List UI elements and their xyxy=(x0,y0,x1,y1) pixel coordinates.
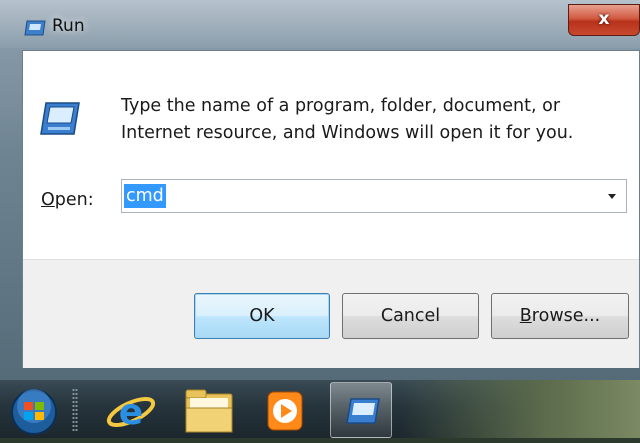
cancel-button[interactable]: Cancel xyxy=(342,293,479,339)
close-button[interactable]: x xyxy=(568,4,640,36)
close-icon: x xyxy=(598,9,610,29)
ok-button[interactable]: OK xyxy=(194,293,330,339)
run-dialog-icon xyxy=(346,398,380,424)
internet-explorer-icon[interactable]: e xyxy=(100,382,162,438)
file-explorer-folder-icon[interactable] xyxy=(178,382,240,438)
taskbar-grip xyxy=(72,388,78,432)
run-window: Run x Type the name of a program, folder… xyxy=(0,0,640,380)
open-label-accelerator: O xyxy=(41,190,55,210)
open-label: Open: xyxy=(41,190,94,210)
button-bar: OK Cancel Browse... xyxy=(23,259,639,368)
taskbar: e xyxy=(0,380,640,438)
browse-label: rowse... xyxy=(531,306,601,326)
taskbar-run-button[interactable] xyxy=(330,382,392,438)
title-bar[interactable]: Run x xyxy=(0,0,640,48)
dropdown-arrow-icon[interactable] xyxy=(608,194,616,199)
run-program-icon xyxy=(40,102,80,135)
windows-start-orb-icon[interactable] xyxy=(6,382,68,438)
browse-button[interactable]: Browse... xyxy=(491,293,629,339)
run-icon xyxy=(24,20,46,36)
open-input-value[interactable]: cmd xyxy=(124,184,166,208)
open-combobox[interactable]: cmd xyxy=(121,179,627,213)
window-title: Run xyxy=(52,16,85,36)
description-line-1: Type the name of a program, folder, docu… xyxy=(121,96,561,116)
media-player-icon[interactable] xyxy=(254,382,316,438)
svg-text:e: e xyxy=(119,392,143,433)
browse-accelerator: B xyxy=(519,306,532,326)
dialog-description: Type the name of a program, folder, docu… xyxy=(121,93,621,147)
description-line-2: Internet resource, and Windows will open… xyxy=(121,123,574,143)
dialog-body: Type the name of a program, folder, docu… xyxy=(22,50,640,368)
open-label-text: pen: xyxy=(54,190,94,210)
